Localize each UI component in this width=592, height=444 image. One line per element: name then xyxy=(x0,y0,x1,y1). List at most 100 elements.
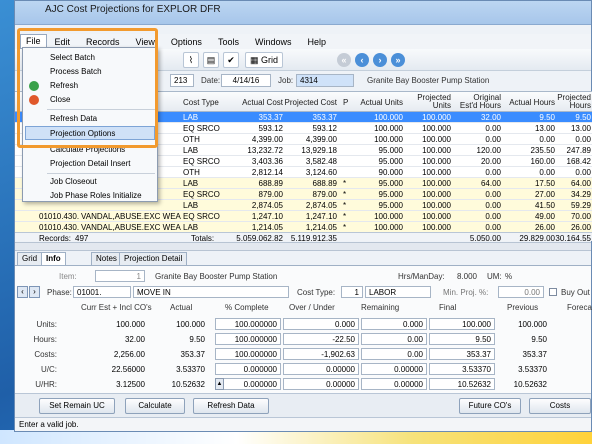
cell-actual-cost: 2,874.05 xyxy=(251,201,283,210)
grid-view-button[interactable]: ▦ Grid xyxy=(245,52,283,68)
menu-item-refresh-data[interactable]: Refresh Data xyxy=(23,112,157,126)
col-projected-hours[interactable]: Projected Hours xyxy=(555,94,591,110)
menu-item-calculate-projections[interactable]: Calculate Projections xyxy=(23,143,157,157)
col-actual-units[interactable]: Actual Units xyxy=(351,99,403,107)
over-under-field[interactable]: 0.000 xyxy=(283,318,359,330)
final-field[interactable]: 9.50 xyxy=(429,333,495,345)
menu-records[interactable]: Records xyxy=(78,37,128,47)
menu-item-job-phase-roles[interactable]: Job Phase Roles Initialize xyxy=(23,189,157,203)
menu-windows[interactable]: Windows xyxy=(247,37,300,47)
cell-actual-cost: 13,232.72 xyxy=(247,146,283,155)
cell-projected-hours: 0.00 xyxy=(575,135,591,144)
pct-complete-field[interactable]: 100.000000 xyxy=(215,348,281,360)
cell-cost-type: LAB xyxy=(183,179,199,188)
tab-notes[interactable]: Notes xyxy=(91,252,122,265)
final-field[interactable]: 100.000 xyxy=(429,318,495,330)
next-record-icon[interactable]: › xyxy=(373,53,387,67)
tab-projection-detail[interactable]: Projection Detail xyxy=(119,252,188,265)
print-icon[interactable]: ▤ xyxy=(203,52,219,68)
cell-actual-hours: 160.00 xyxy=(530,157,555,166)
menu-item-refresh[interactable]: Refresh xyxy=(23,79,157,93)
batch-id-field[interactable]: 213 xyxy=(170,74,194,87)
over-under-field[interactable]: 0.00000 xyxy=(283,363,359,375)
cell-p: * xyxy=(343,179,347,188)
menu-options[interactable]: Options xyxy=(163,37,210,47)
last-record-icon[interactable]: » xyxy=(391,53,405,67)
date-field[interactable]: 4/14/16 xyxy=(221,74,271,87)
menu-view[interactable]: View xyxy=(128,37,163,47)
phase-field[interactable]: 01001. xyxy=(73,286,131,298)
over-under-field[interactable]: -22.50 xyxy=(283,333,359,345)
cell-projected-hours: 70.00 xyxy=(570,212,591,221)
chevron-right-icon: › xyxy=(33,287,36,296)
final-field[interactable]: 10.52632 xyxy=(429,378,495,390)
cell-actual-hours: 17.50 xyxy=(534,179,555,188)
future-cos-button[interactable]: Future CO's xyxy=(459,398,521,414)
remaining-field[interactable]: 0.00 xyxy=(361,348,427,360)
spinner-arrow-icon[interactable]: ▲ xyxy=(215,378,224,390)
menu-item-projection-detail-insert[interactable]: Projection Detail Insert xyxy=(23,157,157,171)
desktop-wallpaper-strip xyxy=(0,430,592,444)
menu-item-process-batch[interactable]: Process Batch xyxy=(23,65,157,79)
pct-complete-field[interactable]: 0.000000 xyxy=(215,378,281,390)
set-remain-uc-button[interactable]: Set Remain UC xyxy=(39,398,115,414)
pct-complete-field[interactable]: 100.000000 xyxy=(215,333,281,345)
remaining-field[interactable]: 0.00000 xyxy=(361,363,427,375)
final-field[interactable]: 353.37 xyxy=(429,348,495,360)
col-actual-cost[interactable]: Actual Cost xyxy=(237,99,283,107)
cell-projected-cost: 2,874.05 xyxy=(305,201,337,210)
menu-edit[interactable]: Edit xyxy=(47,37,79,47)
job-field[interactable]: 4314 xyxy=(296,74,354,87)
menu-item-label: Process Batch xyxy=(50,67,102,76)
table-row[interactable]: 01010.430. VANDAL,ABUSE.EXC WEAR EQ SRCO 1,… xyxy=(15,211,592,222)
pct-complete-field[interactable]: 0.000000 xyxy=(215,363,281,375)
over-under-field[interactable]: 0.00000 xyxy=(283,378,359,390)
menu-tools[interactable]: Tools xyxy=(210,37,247,47)
menu-item-close[interactable]: Close xyxy=(23,93,157,107)
col-actual-hours[interactable]: Actual Hours xyxy=(507,99,555,107)
previous-value: 100.000 xyxy=(518,320,547,329)
col-projected-cost[interactable]: Projected Cost xyxy=(283,99,337,107)
calculate-button[interactable]: Calculate xyxy=(125,398,185,414)
col-cost-type[interactable]: Cost Type xyxy=(183,99,219,107)
remaining-field[interactable]: 0.00000 xyxy=(361,378,427,390)
panel-splitter[interactable] xyxy=(15,242,591,251)
final-field[interactable]: 3.53370 xyxy=(429,363,495,375)
prev-phase-button[interactable]: ‹ xyxy=(17,286,28,298)
next-phase-button[interactable]: › xyxy=(29,286,40,298)
cell-phase: 01010.430. xyxy=(39,212,80,221)
grid-icon: ▦ xyxy=(249,54,261,65)
first-record-icon[interactable]: « xyxy=(337,53,351,67)
hrs-manday-label: Hrs/ManDay: xyxy=(398,272,445,281)
menu-item-select-batch[interactable]: Select Batch xyxy=(23,51,157,65)
cell-actual-cost: 1,247.10 xyxy=(251,212,283,221)
remaining-field[interactable]: 0.000 xyxy=(361,318,427,330)
costs-button[interactable]: Costs xyxy=(529,398,591,414)
col-projected-units[interactable]: Projected Units xyxy=(411,94,451,110)
menu-item-label: Select Batch xyxy=(50,53,95,62)
tab-grid[interactable]: Grid xyxy=(17,252,43,265)
col-p[interactable]: P xyxy=(343,99,348,107)
action-bar: Set Remain UC Calculate Refresh Data Fut… xyxy=(15,393,591,417)
previous-record-icon[interactable]: ‹ xyxy=(355,53,369,67)
refresh-data-button[interactable]: Refresh Data xyxy=(193,398,269,414)
menu-item-label: Projection Options xyxy=(50,129,116,138)
cell-actual-cost: 2,812.14 xyxy=(251,168,283,177)
spellcheck-icon[interactable]: ✔ xyxy=(223,52,239,68)
col-original-est-hours[interactable]: Original Est'd Hours xyxy=(455,94,501,110)
curr-est-value: 3.12500 xyxy=(116,380,145,389)
menu-item-job-closeout[interactable]: Job Closeout xyxy=(23,175,157,189)
cell-actual-units: 95.000 xyxy=(378,146,403,155)
detail-row-label: Units: xyxy=(36,320,57,329)
over-under-field[interactable]: -1,902.63 xyxy=(283,348,359,360)
pct-complete-field[interactable]: 100.000000 xyxy=(215,318,281,330)
cell-projected-hours: 168.42 xyxy=(566,157,591,166)
tab-info[interactable]: Info xyxy=(41,252,66,266)
min-proj-field[interactable]: 0.00 xyxy=(498,286,544,298)
menu-item-projection-options[interactable]: Projection Options xyxy=(25,126,155,140)
buy-out-checkbox[interactable] xyxy=(549,288,557,296)
menu-help[interactable]: Help xyxy=(299,37,334,47)
cell-projected-cost: 1,247.10 xyxy=(305,212,337,221)
remaining-field[interactable]: 0.00 xyxy=(361,333,427,345)
attach-icon[interactable]: ⌇ xyxy=(183,52,199,68)
